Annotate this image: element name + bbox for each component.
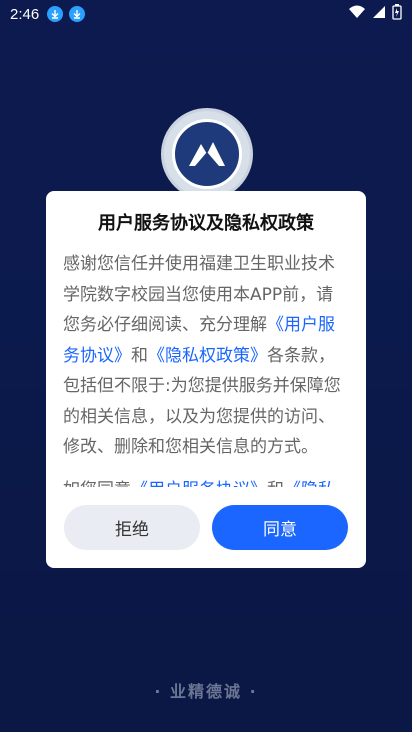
download-icon [69,6,86,22]
battery-icon [392,4,402,24]
motto-text: · 业精德诚 · [154,682,258,701]
agree-button[interactable]: 同意 [212,505,348,550]
status-bar: 2:46 [0,0,412,28]
body-text: 如您同意 [63,480,131,488]
body-text: 和 [131,345,148,366]
signal-icon [372,5,386,23]
agreement-link[interactable]: 《隐私 [284,480,335,488]
agreement-link[interactable]: 《用户服务协议》 [131,480,267,488]
privacy-dialog: 用户服务协议及隐私权政策 感谢您信任并使用福建卫生职业技术学院数字校园当您使用本… [46,191,366,568]
wifi-icon [348,5,366,23]
status-time: 2:46 [10,5,40,23]
dialog-buttons: 拒绝 同意 [46,505,366,551]
download-icon [47,6,64,22]
dialog-body[interactable]: 感谢您信任并使用福建卫生职业技术学院数字校园当您使用本APP前，请您务必仔细阅读… [63,249,349,487]
reject-button[interactable]: 拒绝 [64,505,200,550]
body-text: 和 [267,480,284,488]
dialog-title: 用户服务协议及隐私权政策 [98,213,314,234]
agreement-link[interactable]: 《隐私权政策》 [148,346,267,366]
school-logo-icon [161,108,253,200]
